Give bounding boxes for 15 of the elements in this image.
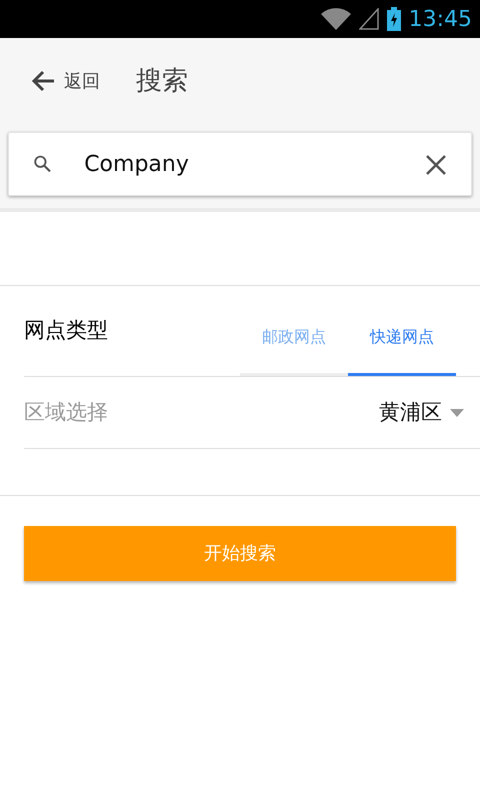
dropdown-caret-icon — [450, 408, 464, 416]
field-label: 网点类型 — [24, 317, 108, 344]
battery-icon — [386, 7, 401, 31]
wifi-icon — [320, 8, 351, 30]
search-field[interactable]: Company — [8, 132, 472, 196]
tab[interactable]: 快递网点 — [348, 301, 456, 376]
clear-button[interactable] — [425, 152, 447, 176]
back-button[interactable]: 返回 — [30, 68, 100, 94]
field-label: 区域选择 — [24, 398, 108, 426]
back-arrow-icon — [30, 69, 56, 93]
search-input[interactable]: Company — [84, 148, 425, 180]
district-dropdown[interactable]: 黄浦区 — [379, 396, 464, 428]
page-title: 搜索 — [136, 64, 188, 98]
clock-time: 13:45 — [408, 6, 472, 34]
signal-icon — [358, 8, 379, 30]
